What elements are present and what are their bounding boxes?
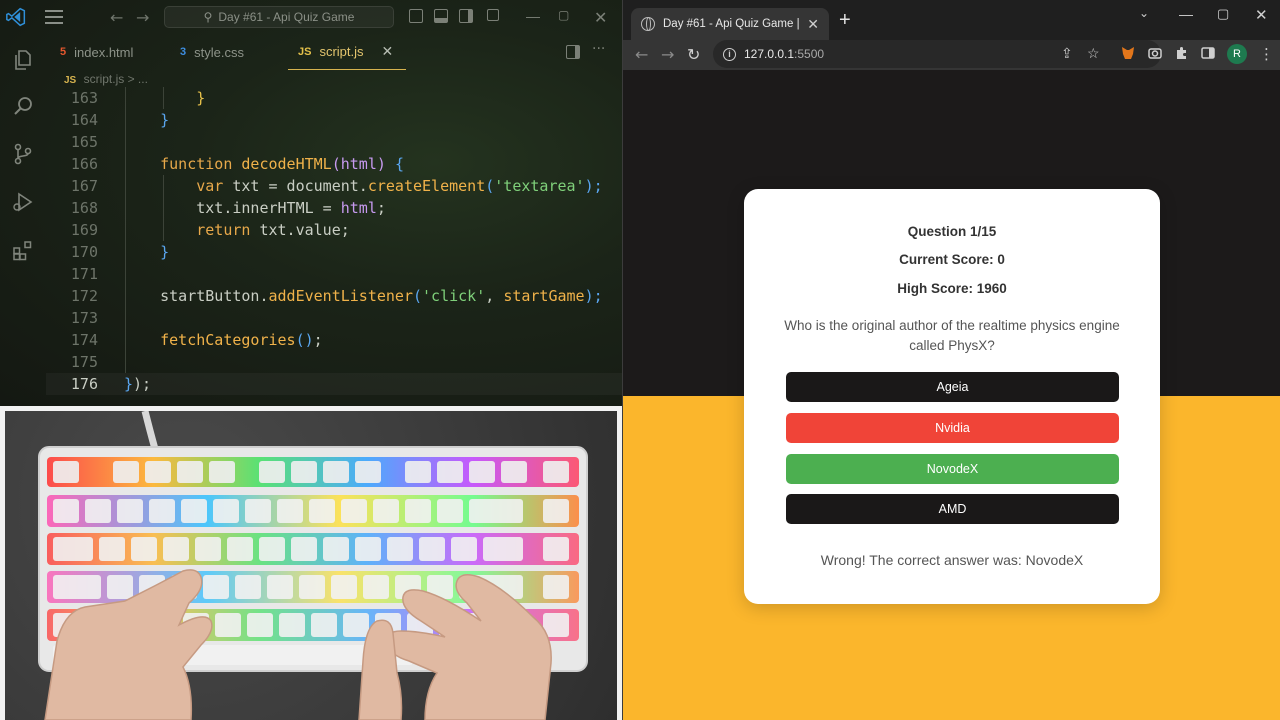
browser-window: Day #61 - Api Quiz Game | Asmr ✕ + ⌄ — ▢… (622, 0, 1280, 720)
toggle-secondary-sidebar-icon[interactable] (459, 9, 473, 23)
split-editor-icon[interactable] (566, 45, 580, 59)
question-counter: Question 1/15 (907, 224, 997, 239)
close-icon[interactable]: ✕ (594, 8, 607, 28)
back-arrow-icon[interactable]: ← (635, 45, 648, 64)
site-info-icon[interactable]: i (723, 47, 736, 61)
profile-avatar[interactable]: R (1227, 44, 1247, 64)
code-line: 165 (70, 133, 98, 151)
extensions-icon[interactable] (11, 238, 35, 262)
toggle-sidebar-icon[interactable] (409, 9, 423, 23)
current-score: Current Score: 0 (899, 252, 1005, 267)
run-debug-icon[interactable] (11, 190, 35, 214)
browser-tab[interactable]: Day #61 - Api Quiz Game | Asmr ✕ (631, 8, 829, 40)
more-actions-icon[interactable]: ··· (592, 41, 605, 57)
high-score: High Score: 1960 (897, 281, 1007, 296)
tab-label: script.js (319, 44, 364, 59)
maximize-icon[interactable]: ▢ (558, 8, 569, 22)
activity-bar (0, 34, 46, 406)
html-file-icon: 5 (60, 46, 67, 58)
tab-search-chevron-icon[interactable]: ⌄ (1139, 6, 1149, 20)
breadcrumb-rest[interactable]: > ... (128, 72, 148, 86)
js-file-icon: JS (298, 45, 312, 58)
new-tab-button[interactable]: + (839, 9, 851, 32)
browser-tab-title: Day #61 - Api Quiz Game | Asmr (663, 18, 800, 30)
vscode-logo-icon (6, 7, 26, 27)
answer-button[interactable]: NovodeX (786, 454, 1119, 484)
editor-title-bar: ← → ⚲ Day #61 - Api Quiz Game — ▢ ✕ (0, 0, 622, 34)
code-area[interactable]: 163 } 164 } 165 166 function decodeHTML(… (46, 87, 622, 395)
code-editor-window: ← → ⚲ Day #61 - Api Quiz Game — ▢ ✕ 5 in… (0, 0, 622, 406)
search-icon[interactable] (11, 94, 35, 118)
editor-tabs: 5 index.html 3 style.css JS script.js ✕ … (46, 34, 622, 70)
code-line-current: 176}); (46, 373, 622, 395)
code-line: 166 function decodeHTML(html) { (70, 155, 404, 173)
quiz-card: Question 1/15 Current Score: 0 High Scor… (744, 189, 1160, 604)
maximize-icon[interactable]: ▢ (1217, 6, 1229, 22)
code-line: 169 return txt.value; (70, 221, 350, 239)
screen: ← → ⚲ Day #61 - Api Quiz Game — ▢ ✕ 5 in… (0, 0, 1280, 720)
url-host: 127.0.0.1 (744, 47, 795, 61)
forward-arrow-icon[interactable]: → (136, 8, 149, 27)
result-message: Wrong! The correct answer was: NovodeX (820, 552, 1084, 568)
explorer-icon[interactable] (11, 48, 35, 72)
code-line: 172 startButton.addEventListener('click'… (70, 287, 603, 305)
share-icon[interactable]: ⇪ (1061, 45, 1073, 62)
bookmark-star-icon[interactable]: ☆ (1087, 45, 1100, 62)
breadcrumb-file[interactable]: script.js (84, 72, 125, 86)
browser-tab-strip: Day #61 - Api Quiz Game | Asmr ✕ + ⌄ — ▢… (623, 0, 1280, 40)
code-line: 173 (70, 309, 98, 327)
code-line: 170 } (70, 243, 170, 261)
code-line: 167 var txt = document.createElement('te… (70, 177, 603, 195)
js-file-icon: JS (64, 75, 77, 86)
page-viewport: Question 1/15 Current Score: 0 High Scor… (623, 70, 1280, 720)
browser-toolbar: ← → ↻ i 127.0.0.1:5500 ⇪ ☆ R ⋮ (623, 40, 1280, 70)
metamask-fox-icon[interactable] (1120, 45, 1136, 61)
reload-icon[interactable]: ↻ (687, 45, 700, 64)
customize-layout-icon[interactable] (487, 9, 499, 21)
source-control-icon[interactable] (11, 142, 35, 166)
address-bar[interactable]: i 127.0.0.1:5500 ⇪ ☆ (713, 40, 1161, 68)
code-line: 164 } (70, 111, 170, 129)
toggle-panel-icon[interactable] (434, 9, 448, 23)
breadcrumb: JS script.js > ... (64, 72, 148, 86)
url-port: :5500 (794, 47, 825, 61)
code-line: 175 (70, 353, 98, 371)
css-file-icon: 3 (180, 46, 187, 58)
camera-extension-icon[interactable] (1147, 45, 1163, 61)
back-arrow-icon[interactable]: ← (110, 8, 123, 27)
tab-index-html[interactable]: 5 index.html (60, 34, 133, 70)
minimize-icon[interactable]: — (526, 8, 540, 24)
answer-button[interactable]: AMD (786, 494, 1119, 524)
code-line: 163 } (70, 89, 206, 107)
keyboard-photo-frame (0, 406, 622, 720)
answer-button[interactable]: Nvidia (786, 413, 1119, 443)
tab-label: style.css (194, 44, 244, 60)
command-center-search[interactable]: ⚲ Day #61 - Api Quiz Game (164, 6, 394, 28)
minimize-icon[interactable]: — (1179, 6, 1193, 22)
tab-label: index.html (74, 44, 134, 60)
forward-arrow-icon[interactable]: → (661, 45, 674, 64)
menu-icon[interactable] (45, 10, 63, 24)
code-line: 168 txt.innerHTML = html; (70, 199, 386, 217)
keyboard-photo (5, 411, 617, 720)
close-tab-icon[interactable]: ✕ (807, 16, 819, 33)
code-line: 174 fetchCategories(); (70, 331, 323, 349)
question-text: Who is the original author of the realti… (784, 318, 1120, 353)
command-center-text: Day #61 - Api Quiz Game (218, 10, 355, 24)
side-panel-icon[interactable] (1200, 45, 1216, 61)
answer-button[interactable]: Ageia (786, 372, 1119, 402)
close-tab-icon[interactable]: ✕ (382, 43, 394, 60)
tab-style-css[interactable]: 3 style.css (180, 34, 244, 70)
tab-script-js[interactable]: JS script.js ✕ (288, 34, 406, 70)
search-icon: ⚲ (203, 10, 213, 24)
rgb-keyboard-image (38, 411, 588, 720)
extensions-puzzle-icon[interactable] (1174, 45, 1190, 61)
close-window-icon[interactable]: ✕ (1255, 6, 1268, 24)
more-menu-icon[interactable]: ⋮ (1259, 45, 1274, 63)
globe-icon (641, 17, 655, 31)
code-line: 171 (70, 265, 98, 283)
